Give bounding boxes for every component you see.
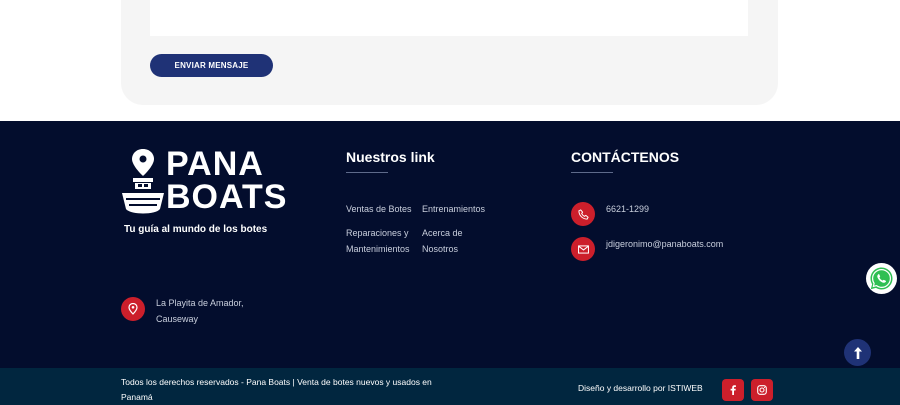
address-line-2: Causeway — [156, 314, 199, 324]
email-icon — [571, 237, 595, 261]
whatsapp-button[interactable] — [866, 263, 897, 294]
scroll-to-top-button[interactable] — [844, 339, 871, 366]
logo-text-boats: BOATS — [166, 178, 288, 216]
send-message-button[interactable]: ENVIAR MENSAJE — [150, 54, 273, 77]
contact-title: CONTÁCTENOS — [571, 149, 680, 165]
link-reparaciones[interactable]: Reparaciones y Mantenimientos — [346, 225, 418, 257]
logo-text-pana: PANA — [166, 145, 264, 183]
pana-boats-logo[interactable]: PANA BOATS Tu guía al mundo de los botes — [120, 145, 286, 239]
bottom-bar: Todos los derechos reservados - Pana Boa… — [0, 368, 900, 405]
facebook-button[interactable] — [722, 379, 744, 401]
message-textarea[interactable] — [150, 0, 748, 36]
logo-tagline: Tu guía al mundo de los botes — [124, 224, 268, 235]
footer: PANA BOATS Tu guía al mundo de los botes… — [0, 121, 900, 368]
contact-form-card: ENVIAR MENSAJE — [121, 0, 778, 105]
contact-title-underline — [571, 172, 613, 173]
credit-text[interactable]: Diseño y desarrollo por ISTIWEB — [578, 383, 703, 393]
arrow-up-icon — [853, 346, 862, 359]
instagram-button[interactable] — [751, 379, 773, 401]
link-acerca-de-nosotros[interactable]: Acerca de Nosotros — [422, 225, 472, 257]
facebook-icon — [730, 385, 736, 395]
copyright-text: Todos los derechos reservados - Pana Boa… — [121, 377, 432, 402]
link-entrenamientos[interactable]: Entrenamientos — [422, 201, 485, 217]
whatsapp-icon — [866, 263, 897, 294]
instagram-icon — [757, 385, 767, 395]
link-ventas-de-botes[interactable]: Ventas de Botes — [346, 201, 412, 217]
phone-icon — [571, 202, 595, 226]
location-icon — [121, 297, 145, 321]
links-title: Nuestros link — [346, 149, 435, 165]
contact-email[interactable]: jdigeronimo@panaboats.com — [606, 236, 723, 252]
boat-logo-icon — [122, 149, 164, 214]
contact-phone[interactable]: 6621-1299 — [606, 201, 649, 217]
links-title-underline — [346, 172, 388, 173]
address-line-1: La Playita de Amador, — [156, 298, 244, 308]
